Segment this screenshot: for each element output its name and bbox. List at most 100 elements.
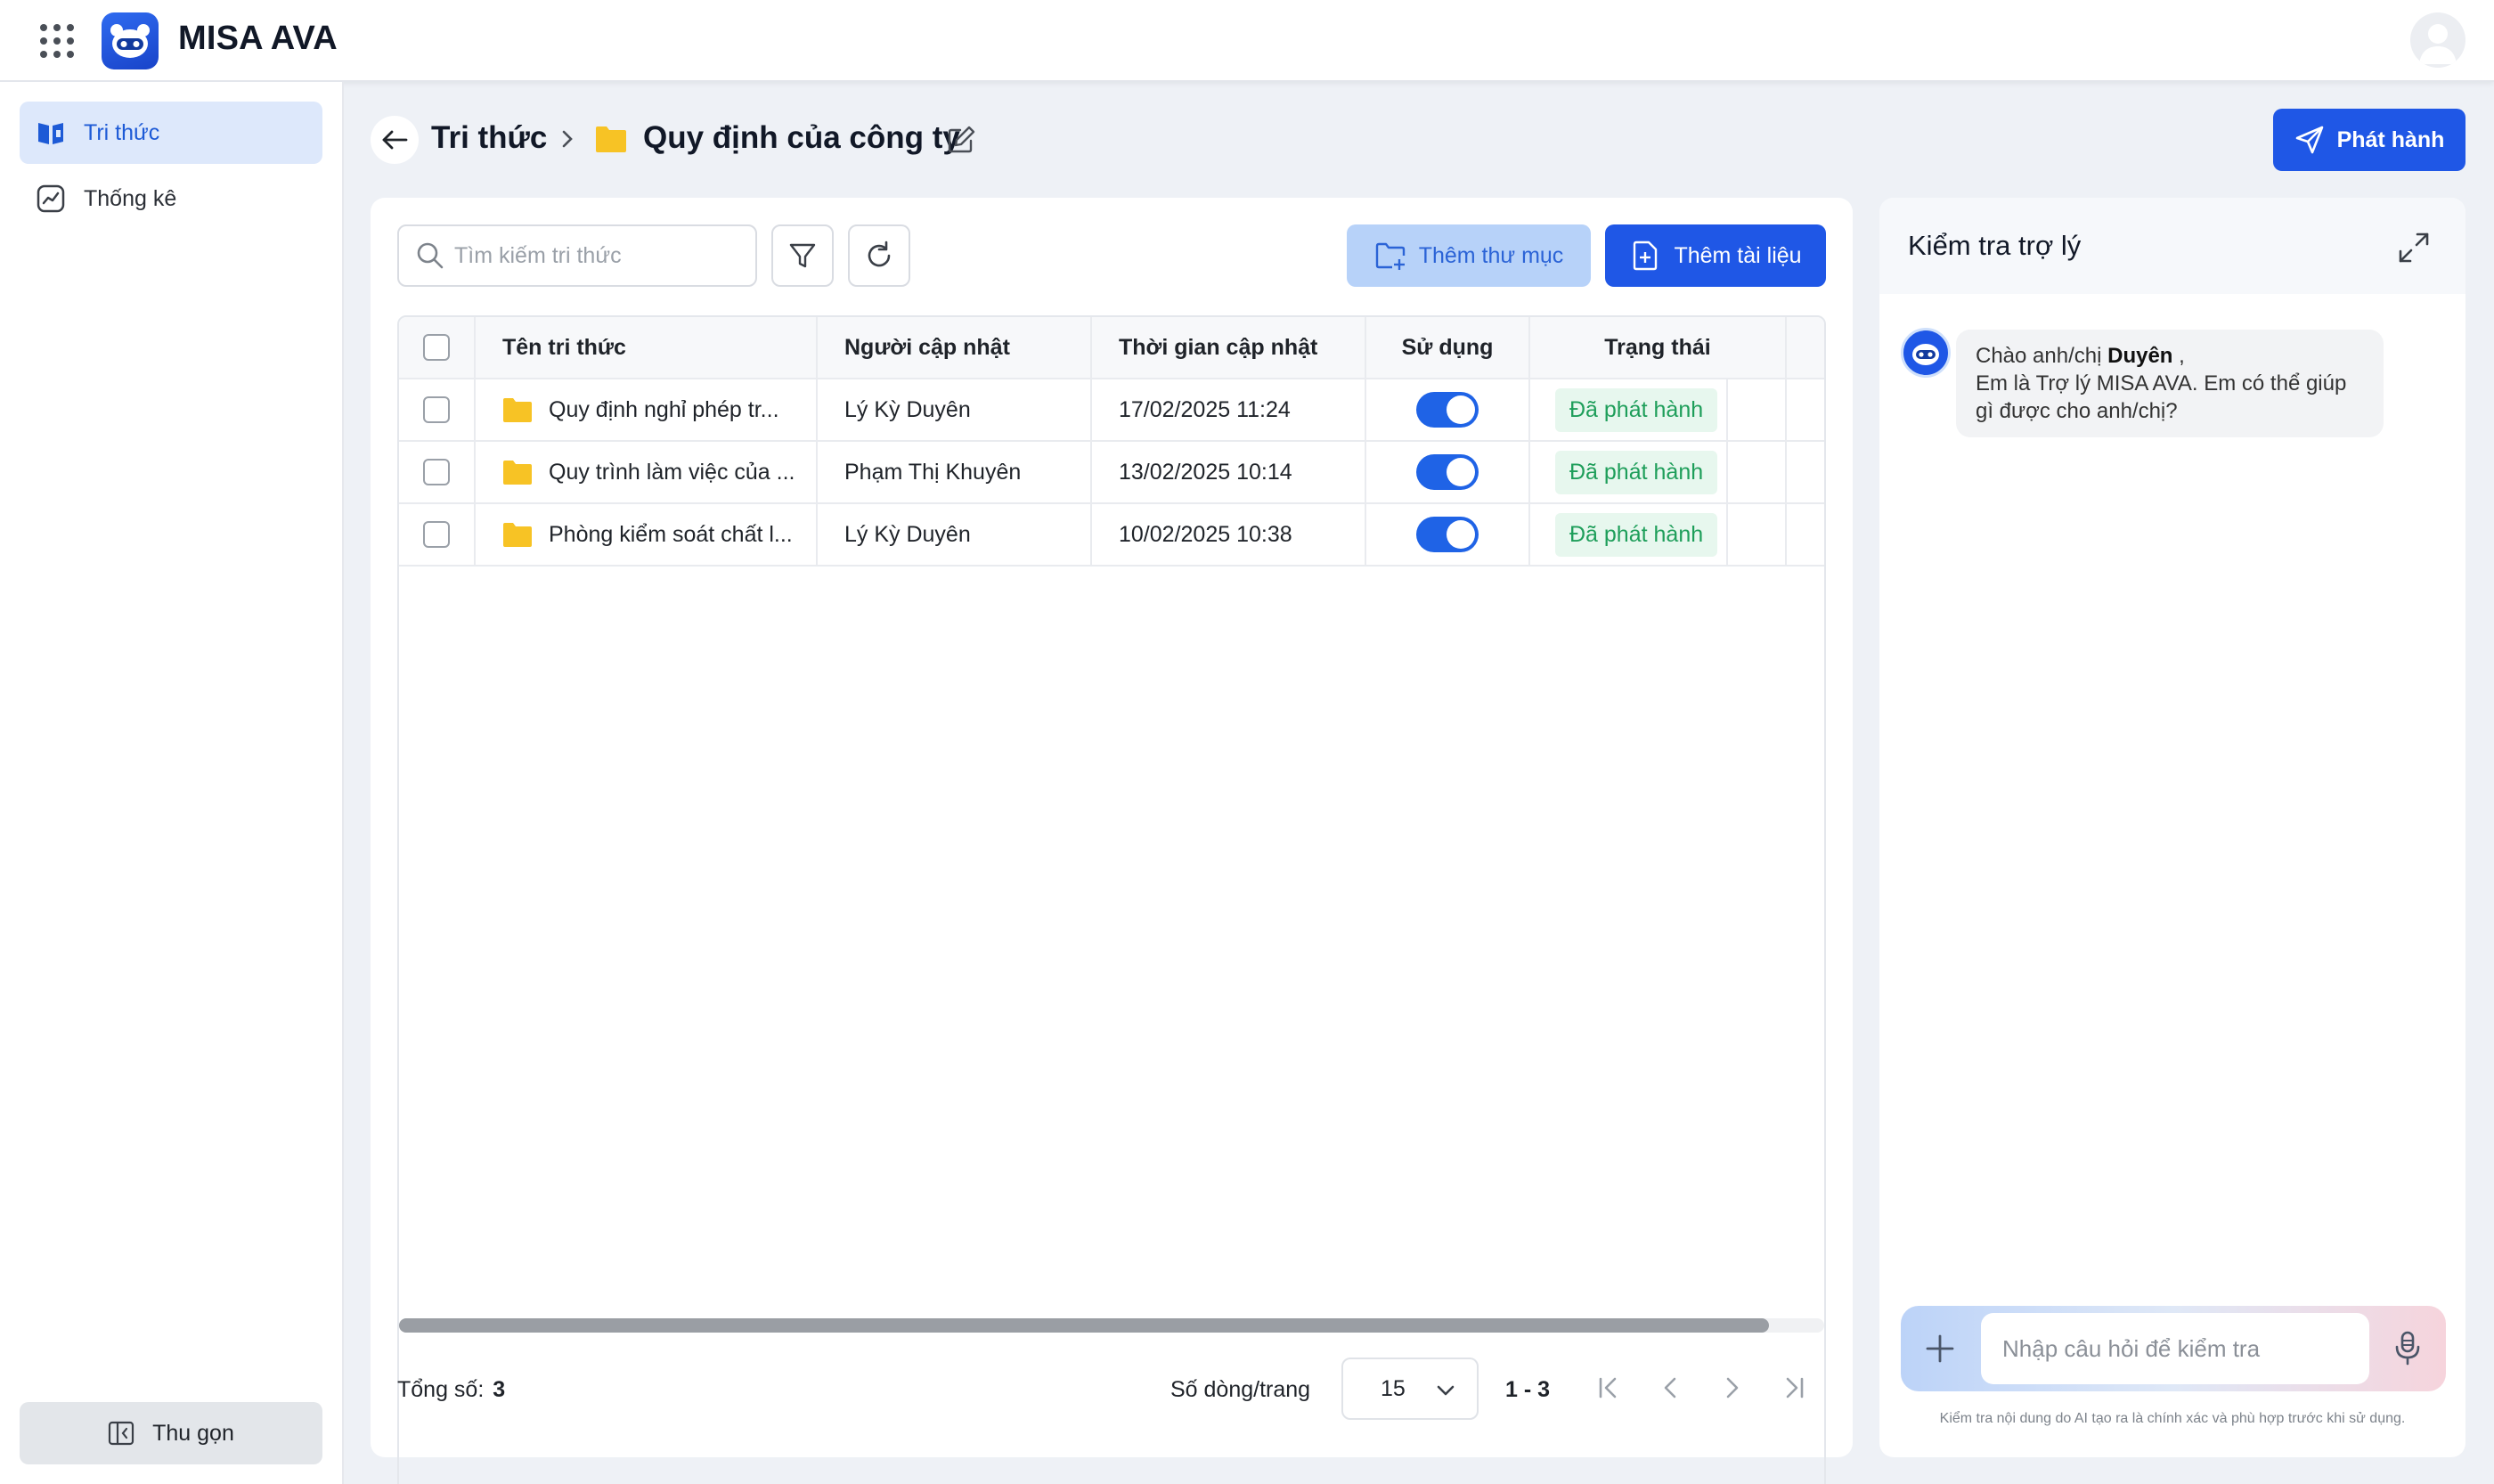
greeting-suffix: ,	[2179, 344, 2185, 368]
in-use-toggle[interactable]	[1416, 392, 1479, 428]
table-row[interactable]: Quy định nghỉ phép tr... Lý Kỳ Duyên 17/…	[399, 379, 1824, 442]
filter-button[interactable]	[771, 224, 834, 287]
filter-icon	[789, 243, 816, 268]
row-actions-cell[interactable]	[1728, 379, 1787, 440]
folder-icon	[595, 125, 627, 153]
row-checkbox[interactable]	[423, 459, 450, 485]
sidebar-item-label: Thống kê	[84, 185, 177, 211]
rows-per-page-value: 15	[1381, 1375, 1406, 1401]
greeting-body: Em là Trợ lý MISA AVA. Em có thể giúp gì…	[1976, 371, 2347, 423]
assistant-test-panel: Kiểm tra trợ lý Chào anh/chị Duyên , Em …	[1879, 198, 2465, 1457]
add-document-button[interactable]: Thêm tài liệu	[1605, 224, 1826, 287]
status-badge: Đã phát hành	[1555, 387, 1718, 432]
table-row[interactable]: Quy trình làm việc của ... Phạm Thị Khuy…	[399, 442, 1824, 504]
column-header-name[interactable]: Tên tri thức	[476, 317, 818, 378]
search-icon	[415, 241, 445, 271]
plus-icon[interactable]	[1920, 1329, 1960, 1368]
assistant-panel-title: Kiểm tra trợ lý	[1908, 230, 2082, 261]
knowledge-name[interactable]: Quy định nghỉ phép tr...	[549, 397, 779, 423]
row-actions-cell[interactable]	[1728, 504, 1787, 565]
search-input[interactable]	[454, 242, 748, 269]
greeting-name: Duyên	[2107, 344, 2173, 368]
publish-button[interactable]: Phát hành	[2273, 109, 2465, 171]
greeting-prefix: Chào anh/chị	[1976, 344, 2102, 368]
sidebar-item-thong-ke[interactable]: Thống kê	[20, 167, 322, 230]
total-label: Tổng số:	[397, 1377, 485, 1402]
arrow-left-icon	[382, 130, 408, 150]
top-bar: MISA AVA	[0, 0, 2494, 82]
row-actions-cell[interactable]	[1728, 442, 1787, 502]
updated-at: 10/02/2025 10:38	[1092, 504, 1366, 565]
chart-icon	[36, 183, 66, 214]
add-document-label: Thêm tài liệu	[1674, 242, 1802, 268]
row-checkbox[interactable]	[423, 396, 450, 423]
folder-icon	[503, 461, 532, 485]
assistant-avatar	[1901, 328, 1951, 378]
chat-input-bar	[1901, 1306, 2446, 1391]
first-page-icon[interactable]	[1593, 1372, 1625, 1404]
horizontal-scrollbar[interactable]	[399, 1318, 1824, 1333]
app-name: MISA AVA	[178, 20, 338, 57]
folder-plus-icon	[1374, 240, 1406, 272]
knowledge-name[interactable]: Phòng kiểm soát chất l...	[549, 522, 793, 548]
knowledge-name[interactable]: Quy trình làm việc của ...	[549, 460, 795, 485]
search-box[interactable]	[397, 224, 757, 287]
updated-at: 17/02/2025 11:24	[1092, 379, 1366, 440]
sidebar: Tri thức Thống kê Thu gọn	[0, 82, 344, 1484]
page-range: 1 - 3	[1505, 1377, 1551, 1402]
folder-icon	[503, 398, 532, 422]
select-all-checkbox[interactable]	[423, 334, 450, 361]
back-button[interactable]	[371, 116, 419, 164]
add-folder-label: Thêm thư mục	[1418, 242, 1564, 268]
collapse-sidebar-button[interactable]: Thu gọn	[20, 1402, 322, 1464]
expand-icon[interactable]	[2396, 230, 2432, 265]
refresh-icon	[868, 241, 891, 267]
in-use-toggle[interactable]	[1416, 454, 1479, 490]
sidebar-item-tri-thuc[interactable]: Tri thức	[20, 102, 322, 164]
table-row[interactable]: Phòng kiểm soát chất l... Lý Kỳ Duyên 10…	[399, 504, 1824, 567]
sidebar-collapse-icon	[108, 1420, 134, 1447]
column-header-status[interactable]: Trạng thái	[1530, 317, 1787, 378]
last-page-icon[interactable]	[1778, 1372, 1810, 1404]
next-page-icon[interactable]	[1716, 1372, 1748, 1404]
status-badge: Đã phát hành	[1555, 512, 1718, 557]
table-header-row: Tên tri thức Người cập nhật Thời gian cậ…	[399, 317, 1824, 379]
collapse-label: Thu gọn	[152, 1420, 234, 1446]
publish-label: Phát hành	[2336, 126, 2445, 152]
previous-page-icon[interactable]	[1655, 1372, 1687, 1404]
row-checkbox[interactable]	[423, 521, 450, 548]
refresh-button[interactable]	[848, 224, 910, 287]
scrollbar-thumb[interactable]	[399, 1318, 1769, 1333]
column-header-updated-by[interactable]: Người cập nhật	[818, 317, 1092, 378]
updated-at: 13/02/2025 10:14	[1092, 442, 1366, 502]
chevron-right-icon	[556, 127, 579, 151]
knowledge-table: Tên tri thức Người cập nhật Thời gian cậ…	[397, 315, 1826, 1484]
book-icon	[36, 118, 66, 148]
rows-per-page-label: Số dòng/trang	[1170, 1377, 1311, 1402]
column-header-updated-at[interactable]: Thời gian cập nhật	[1092, 317, 1366, 378]
file-plus-icon	[1629, 240, 1661, 272]
total-count: Tổng số: 3	[397, 1377, 505, 1403]
assistant-greeting-message: Chào anh/chị Duyên , Em là Trợ lý MISA A…	[1956, 330, 2384, 437]
grid-dots-icon[interactable]	[37, 21, 77, 61]
column-header-in-use[interactable]: Sử dụng	[1366, 317, 1530, 378]
updated-by: Lý Kỳ Duyên	[818, 379, 1092, 440]
assistant-panel-header: Kiểm tra trợ lý	[1879, 198, 2465, 294]
rows-per-page-select[interactable]: 15	[1341, 1358, 1479, 1420]
user-avatar-icon[interactable]	[2410, 12, 2465, 68]
app-logo[interactable]	[102, 12, 159, 69]
updated-by: Lý Kỳ Duyên	[818, 504, 1092, 565]
knowledge-panel: Thêm thư mục Thêm tài liệu Tên tri thức …	[371, 198, 1853, 1484]
chat-input[interactable]	[1981, 1313, 2369, 1384]
send-icon	[2294, 125, 2325, 155]
add-folder-button[interactable]: Thêm thư mục	[1347, 224, 1591, 287]
ai-disclaimer: Kiểm tra nội dung do AI tạo ra là chính …	[1939, 1411, 2406, 1426]
in-use-toggle[interactable]	[1416, 517, 1479, 552]
chevron-down-icon	[1437, 1385, 1455, 1396]
sidebar-item-label: Tri thức	[84, 119, 160, 145]
microphone-icon[interactable]	[2387, 1327, 2428, 1368]
current-folder-title: Quy định của công ty	[643, 120, 960, 155]
breadcrumb-root[interactable]: Tri thức	[431, 120, 547, 156]
status-badge: Đã phát hành	[1555, 450, 1718, 494]
edit-icon[interactable]	[946, 125, 976, 155]
